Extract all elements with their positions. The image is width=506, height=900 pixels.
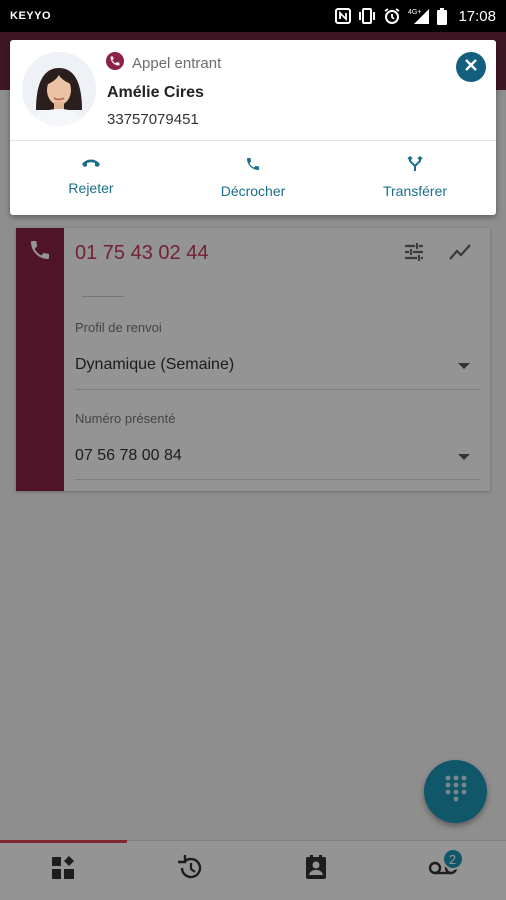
close-icon [464,58,478,77]
notification-divider [10,140,496,141]
notification-title: Appel entrant [132,55,222,72]
close-button[interactable] [456,52,486,82]
clock: 17:08 [458,7,496,25]
call-actions: Rejeter Décrocher Transférer [10,155,496,204]
transfer-button[interactable]: Transférer [334,155,496,204]
transfer-icon [407,155,423,177]
nfc-icon [335,8,352,24]
battery-icon [437,7,448,25]
signal-icon: 4G+ [408,8,430,24]
carrier-label: KEYYO [10,10,52,22]
caller-avatar [22,52,96,126]
reject-label: Rejeter [68,180,114,196]
caller-name: Amélie Cires [107,84,204,101]
answer-button[interactable]: Décrocher [172,156,334,204]
vibrate-icon [358,8,376,24]
incoming-call-notification[interactable]: Appel entrant Amélie Cires 33757079451 R… [10,40,496,215]
phone-icon [245,156,261,177]
reject-button[interactable]: Rejeter [10,156,172,204]
status-bar: KEYYO 4G+ 17:08 [0,0,506,32]
alarm-icon [383,7,401,25]
notification-app-header: Appel entrant [106,52,221,75]
answer-label: Décrocher [220,183,286,199]
transfer-label: Transférer [382,183,448,199]
caller-number: 33757079451 [107,111,199,128]
incoming-call-icon [106,52,124,75]
network-label: 4G+ [408,9,421,16]
hang-up-icon [81,156,101,174]
